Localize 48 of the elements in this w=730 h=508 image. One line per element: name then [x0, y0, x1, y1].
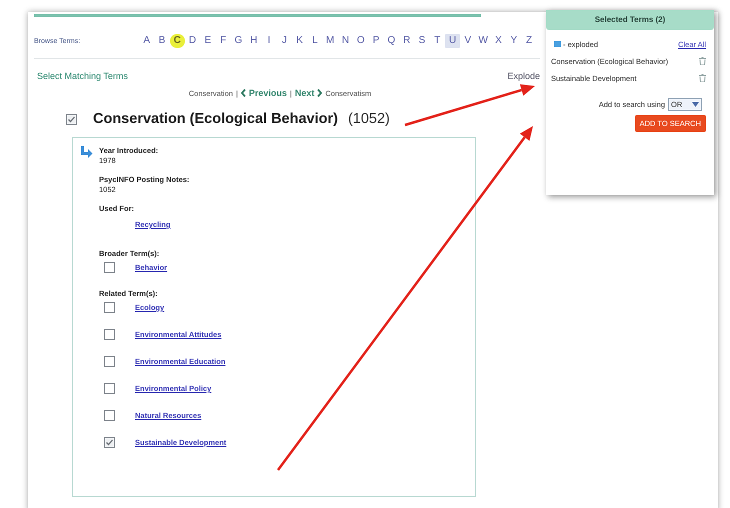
letter-link[interactable]: Z [521, 34, 537, 48]
bent-arrow-icon [80, 146, 93, 158]
letter-link[interactable]: K [292, 34, 308, 48]
letter-link[interactable]: B [154, 34, 170, 48]
letter-link[interactable]: P [368, 34, 384, 48]
letter-link[interactable]: S [414, 34, 430, 48]
checkbox[interactable] [104, 262, 115, 273]
checkbox[interactable] [104, 329, 115, 340]
explode-label: Explode [507, 71, 540, 81]
letter-link[interactable]: E [200, 34, 216, 48]
section-title: Select Matching Terms [37, 71, 128, 81]
chevron-left-icon [240, 89, 246, 97]
letter-link[interactable]: G [230, 34, 246, 48]
letter-link[interactable]: A [139, 34, 154, 48]
chevron-right-icon [317, 89, 322, 97]
letter-link[interactable]: R [399, 34, 414, 48]
checkbox[interactable] [104, 356, 115, 367]
letter-link[interactable]: T [430, 34, 445, 48]
letter-link[interactable]: I [261, 34, 277, 48]
checkbox[interactable] [104, 437, 115, 448]
letter-link[interactable]: C [170, 34, 185, 48]
next-link[interactable]: Next [294, 88, 314, 98]
trash-icon[interactable] [699, 74, 706, 82]
letter-link[interactable]: U [444, 34, 460, 48]
letter-link[interactable]: Q [384, 34, 400, 48]
checkbox[interactable] [104, 383, 115, 394]
previous-link[interactable]: Previous [248, 88, 287, 98]
checkbox[interactable] [104, 410, 115, 421]
letter-link[interactable]: O [353, 34, 368, 48]
dropdown-icon [692, 102, 699, 107]
exploded-icon [554, 41, 561, 47]
trash-icon[interactable] [699, 57, 706, 65]
letter-link[interactable]: H [246, 34, 262, 48]
letter-link[interactable]: W [476, 34, 491, 48]
letter-link[interactable]: Y [506, 34, 522, 48]
letter-link[interactable]: F [215, 34, 231, 48]
letter-link[interactable]: D [184, 34, 200, 48]
checkbox[interactable] [66, 114, 77, 124]
term-count: (1052) [348, 111, 390, 127]
letter-link[interactable]: N [338, 34, 354, 48]
letter-link[interactable]: X [490, 34, 506, 48]
letter-link[interactable]: V [460, 34, 476, 48]
term-title: Conservation (Ecological Behavior) [93, 111, 338, 127]
letter-link[interactable]: J [276, 34, 292, 48]
checkbox[interactable] [104, 302, 115, 313]
panel-header: Selected Terms (2) [546, 10, 714, 30]
letter-link[interactable]: M [322, 34, 338, 48]
letter-link[interactable]: L [307, 34, 323, 48]
